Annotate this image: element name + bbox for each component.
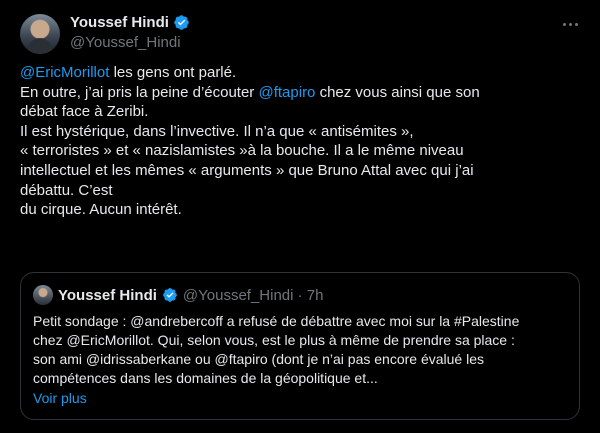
tweet-text-line: « terroristes » et « nazislamistes »à la… (20, 142, 464, 160)
quoted-handle-time: @Youssef_Hindi · 7h (182, 286, 324, 304)
quoted-tweet[interactable]: Youssef Hindi @Youssef_Hindi · 7h Petit … (20, 272, 580, 420)
author-name[interactable]: Youssef Hindi (70, 14, 169, 31)
show-more-link[interactable]: Voir plus (33, 390, 87, 406)
author-avatar[interactable] (20, 14, 60, 54)
tweet-text-line: Il est hystérique, dans l’invective. Il … (20, 122, 414, 140)
verified-badge-icon (163, 288, 177, 302)
tweet-text-line: du cirque. Aucun intérêt. (20, 201, 182, 219)
verified-badge-icon (174, 15, 189, 30)
tweet-text-line: intellectuel et les mêmes « arguments » … (20, 161, 474, 179)
mention-link[interactable]: @ftapiro (258, 84, 315, 101)
quoted-text-line: Petit sondage : @andrebercoff a refusé d… (33, 313, 520, 329)
quoted-author-avatar (33, 285, 53, 305)
tweet-header: Youssef Hindi @Youssef_Hindi (70, 14, 190, 51)
tweet-text-segment: En outre, j’ai pris la peine d’écouter (20, 83, 259, 101)
tweet-text-segment: les gens ont parlé. (109, 64, 237, 81)
quoted-tweet-text: Petit sondage : @andrebercoff a refusé d… (33, 312, 567, 388)
mention-link[interactable]: @EricMorillot (20, 64, 109, 81)
quoted-text-line: son ami @idrissaberkane ou @ftapiro (don… (33, 351, 485, 367)
tweet-text-line: débattu. C’est (20, 181, 113, 199)
tweet-text-line: débat face à Zeribi. (20, 103, 149, 121)
quoted-author-name: Youssef Hindi (58, 286, 157, 304)
quoted-tweet-header: Youssef Hindi @Youssef_Hindi · 7h (33, 285, 324, 305)
author-handle[interactable]: @Youssef_Hindi (70, 34, 190, 51)
quoted-text-line: compétences dans les domaines de la géop… (33, 370, 378, 386)
quoted-text-line: chez @EricMorillot. Qui, selon vous, est… (33, 332, 515, 348)
tweet-text: @EricMorillot les gens ont parlé. En out… (20, 63, 580, 220)
more-options-icon[interactable] (558, 14, 582, 34)
tweet-text-segment: chez vous ainsi que son (315, 83, 480, 101)
